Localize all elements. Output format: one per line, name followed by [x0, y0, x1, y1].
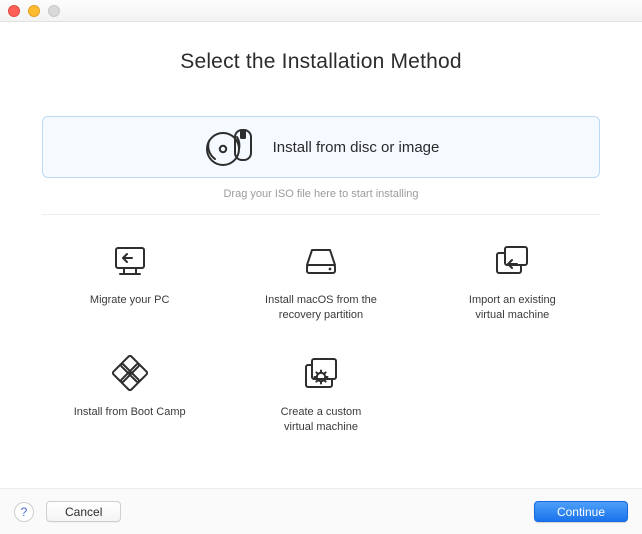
help-button[interactable]: ? — [14, 502, 34, 522]
page-content: Select the Installation Method Install f… — [0, 22, 642, 488]
option-label: Install from Boot Camp — [74, 405, 186, 420]
hero-hint: Drag your ISO file here to start install… — [42, 188, 600, 200]
window-titlebar — [0, 0, 642, 22]
continue-button[interactable]: Continue — [534, 501, 628, 522]
window-zoom-button[interactable] — [48, 5, 60, 17]
option-create-custom-vm[interactable]: Create a custom virtual machine — [233, 353, 408, 435]
custom-vm-icon — [300, 353, 342, 393]
window-minimize-button[interactable] — [28, 5, 40, 17]
option-migrate-your-pc[interactable]: Migrate your PC — [42, 241, 217, 323]
option-label: Install from disc or image — [273, 139, 440, 156]
option-label: Install macOS from the recovery partitio… — [265, 293, 377, 323]
secondary-options-grid: Migrate your PC Install macOS from the r… — [42, 241, 600, 434]
migrate-pc-icon — [110, 241, 150, 281]
boot-camp-icon — [112, 353, 148, 393]
button-label: Cancel — [65, 505, 102, 519]
footer-bar: ? Cancel Continue — [0, 488, 642, 534]
help-icon: ? — [21, 505, 28, 519]
option-label: Migrate your PC — [90, 293, 169, 308]
option-import-existing-vm[interactable]: Import an existing virtual machine — [425, 241, 600, 323]
option-label: Create a custom virtual machine — [281, 405, 362, 435]
drive-icon — [301, 241, 341, 281]
page-title: Select the Installation Method — [42, 50, 600, 74]
option-install-from-disc-or-image[interactable]: Install from disc or image — [42, 116, 600, 178]
cancel-button[interactable]: Cancel — [46, 501, 121, 522]
divider — [42, 214, 600, 215]
disc-image-icon — [203, 127, 257, 167]
button-label: Continue — [557, 505, 605, 519]
option-label: Import an existing virtual machine — [469, 293, 556, 323]
option-install-from-boot-camp[interactable]: Install from Boot Camp — [42, 353, 217, 435]
window-close-button[interactable] — [8, 5, 20, 17]
option-install-macos-recovery[interactable]: Install macOS from the recovery partitio… — [233, 241, 408, 323]
import-vm-icon — [491, 241, 533, 281]
